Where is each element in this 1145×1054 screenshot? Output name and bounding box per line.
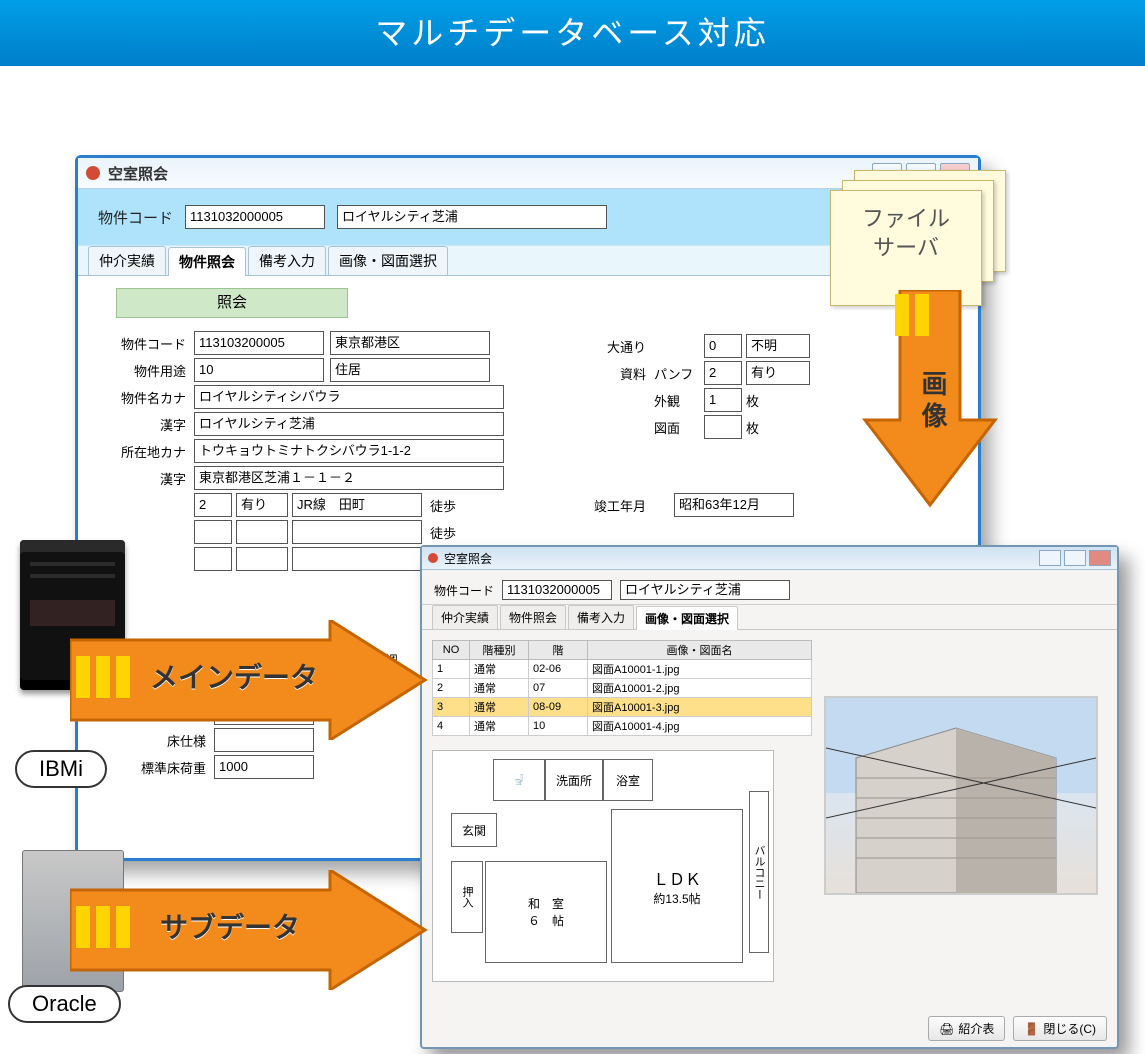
fld-kanji[interactable]: ロイヤルシティ芝浦 [194, 412, 504, 436]
file-server-label: ファイル サーバ [830, 190, 982, 306]
app-icon [428, 553, 438, 563]
name-field-sub[interactable]: ロイヤルシティ芝浦 [620, 580, 790, 600]
fld-panf[interactable]: 2 [704, 361, 742, 385]
col-no: NO [433, 641, 470, 660]
lbl-walk2: 徒歩 [430, 523, 456, 542]
lbl-code: 物件コード [96, 334, 186, 353]
tab-property-sub[interactable]: 物件照会 [500, 605, 566, 629]
door-icon: 🚪 [1024, 1022, 1039, 1036]
lbl-zumen: 図面 [654, 418, 704, 437]
sub-data-label: サブデータ [160, 906, 300, 946]
titlebar-sub: 空室照会 [422, 547, 1117, 570]
tab-property[interactable]: 物件照会 [168, 247, 246, 276]
tab-remarks[interactable]: 備考入力 [248, 246, 326, 275]
building-photo [824, 696, 1098, 895]
file-server-note: ファイル サーバ [830, 170, 1000, 290]
code-field[interactable]: 1131032000005 [185, 205, 325, 229]
inquiry-button[interactable]: 照会 [116, 288, 348, 318]
table-row[interactable]: 4通常10図面A10001-4.jpg [433, 717, 812, 736]
lbl-addr-kana: 所在地カナ [96, 442, 186, 461]
fld-comp[interactable]: 昭和63年12月 [674, 493, 794, 517]
lbl-addr-kanji: 漢字 [96, 469, 186, 488]
printer-icon: 🖨 [939, 1022, 954, 1036]
arrow-image-label: 画像 [915, 370, 952, 434]
tab-remarks-sub[interactable]: 備考入力 [568, 605, 634, 629]
lbl-shiryo: 資料 [556, 364, 646, 383]
code-label: 物件コード [98, 207, 173, 228]
fld-odori-t[interactable]: 不明 [746, 334, 810, 358]
col-floor: 階 [529, 641, 588, 660]
tab-brokerage-sub[interactable]: 仲介実績 [432, 605, 498, 629]
fld-code[interactable]: 113103200005 [194, 331, 324, 355]
tab-brokerage[interactable]: 仲介実績 [88, 246, 166, 275]
tab-images-sub[interactable]: 画像・図面選択 [636, 606, 738, 630]
fld-line-name[interactable]: JR線 田町 [292, 493, 422, 517]
fld-odori[interactable]: 0 [704, 334, 742, 358]
fld-floor-load[interactable]: 1000 [214, 755, 314, 779]
lbl-use: 物件用途 [96, 361, 186, 380]
ibmi-chip: IBMi [15, 750, 107, 788]
tabs-sub: 仲介実績 物件照会 備考入力 画像・図面選択 [422, 605, 1117, 630]
lbl-mai1: 枚 [746, 391, 759, 410]
lbl-kanji: 漢字 [96, 415, 186, 434]
lbl-odori: 大通り [556, 337, 646, 356]
main-data-label: メインデータ [150, 656, 318, 696]
minimize-button[interactable] [1039, 550, 1061, 566]
fld-zumen[interactable] [704, 415, 742, 439]
lbl-mai2: 枚 [746, 418, 759, 437]
print-button[interactable]: 🖨紹介表 [928, 1016, 1005, 1041]
fld-panf-t[interactable]: 有り [746, 361, 810, 385]
lbl-floor-load: 標準床荷重 [96, 758, 206, 777]
fld-city[interactable]: 東京都港区 [330, 331, 490, 355]
close-button2[interactable]: 🚪閉じる(C) [1013, 1016, 1107, 1041]
col-kind: 階種別 [470, 641, 529, 660]
fld-kana[interactable]: ロイヤルシティシバウラ [194, 385, 504, 409]
lbl-kana: 物件名カナ [96, 388, 186, 407]
name-field[interactable]: ロイヤルシティ芝浦 [337, 205, 607, 229]
table-row[interactable]: 3通常08-09図面A10001-3.jpg [433, 698, 812, 717]
fld-line-has[interactable]: 有り [236, 493, 288, 517]
table-row[interactable]: 1通常02-06図面A10001-1.jpg [433, 660, 812, 679]
lbl-panf: パンフ [654, 364, 704, 383]
table-row[interactable]: 2通常07図面A10001-2.jpg [433, 679, 812, 698]
code-field-sub[interactable]: 1131032000005 [502, 580, 612, 600]
maximize-button[interactable] [1064, 550, 1086, 566]
lbl-walk1: 徒歩 [430, 496, 456, 515]
banner-title: マルチデータベース対応 [0, 0, 1145, 66]
floor-plan: 🚽 洗面所 浴室 玄関 押入 和 室 ６ 帖 ＬＤＫ 約13.5帖 バルコニー [432, 750, 774, 982]
fld-line-code[interactable]: 2 [194, 493, 232, 517]
fld-use[interactable]: 10 [194, 358, 324, 382]
fld-addr-kanji[interactable]: 東京都港区芝浦１－１－２ [194, 466, 504, 490]
window-image-select: 空室照会 物件コード 1131032000005 ロイヤルシティ芝浦 仲介実績 … [420, 545, 1119, 1049]
tab-images[interactable]: 画像・図面選択 [328, 246, 448, 275]
lbl-gaikan: 外観 [654, 391, 704, 410]
fld-gaikan[interactable]: 1 [704, 388, 742, 412]
fld-use-t[interactable]: 住居 [330, 358, 490, 382]
image-list-table[interactable]: NO 階種別 階 画像・図面名 1通常02-06図面A10001-1.jpg2通… [432, 640, 812, 736]
col-file: 画像・図面名 [588, 641, 812, 660]
lbl-comp: 竣工年月 [556, 496, 646, 515]
close-button[interactable] [1089, 550, 1111, 566]
window-title: 空室照会 [108, 163, 168, 184]
oracle-chip: Oracle [8, 985, 121, 1023]
window-title-sub: 空室照会 [444, 550, 492, 567]
code-label-sub: 物件コード [434, 582, 494, 599]
fld-addr-kana[interactable]: トウキョウトミナトクシバウラ1-1-2 [194, 439, 504, 463]
app-icon [86, 166, 100, 180]
